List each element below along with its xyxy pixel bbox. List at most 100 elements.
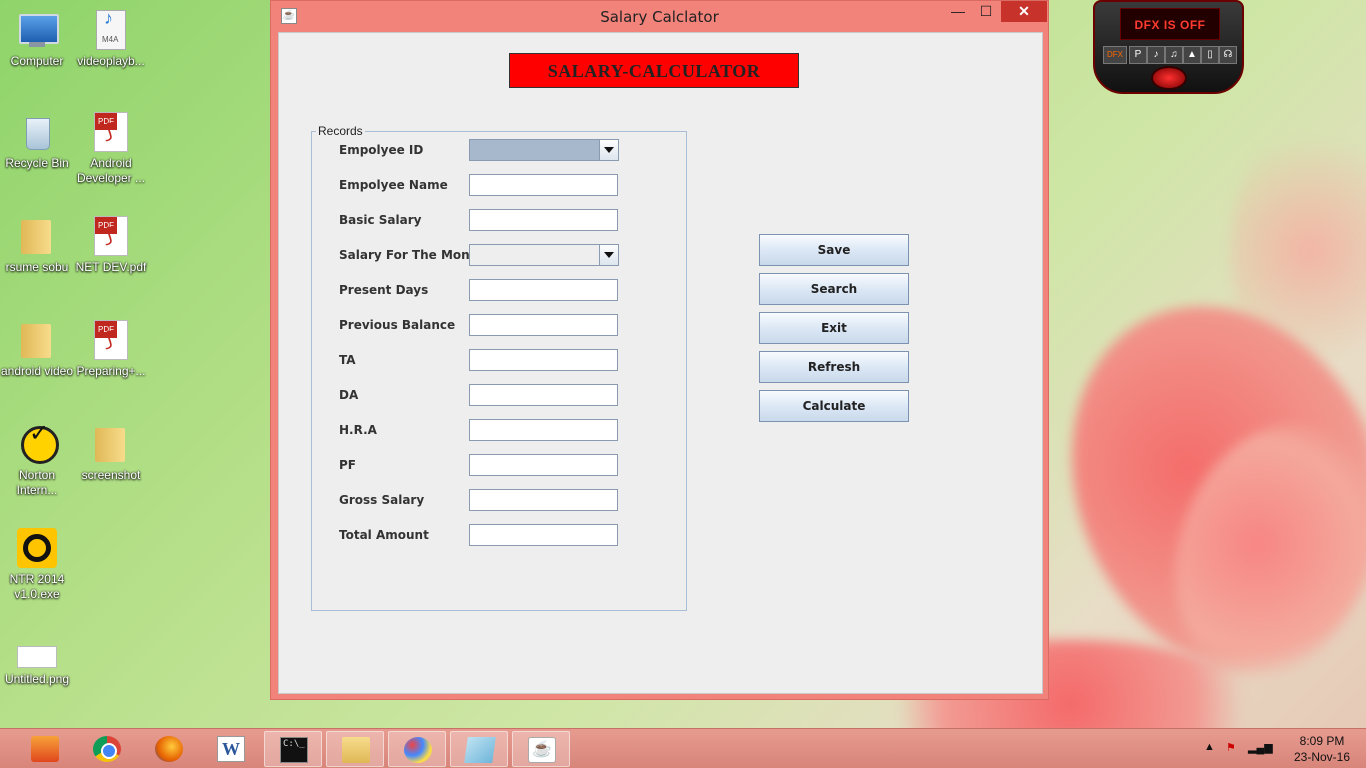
ntr-icon [17, 528, 57, 568]
taskbar-word[interactable]: W [202, 731, 260, 767]
chevron-down-icon[interactable] [599, 140, 618, 160]
dfx-speaker-button[interactable]: ▲ [1183, 46, 1201, 64]
form-row-salary-month: Salary For The Month [312, 244, 686, 266]
show-hidden-icons-arrow[interactable]: ▲ [1204, 741, 1215, 768]
desktop-icon-label: rsume sobu [5, 260, 69, 274]
save-button[interactable]: Save [759, 234, 909, 266]
form-row-ta: TA [312, 349, 686, 371]
total-amount-label: Total Amount [339, 528, 429, 542]
desktop-icon-untitled-png[interactable]: Untitled.png [0, 632, 74, 687]
desktop-icon-label: Norton Intern... [16, 468, 58, 497]
desktop-icon-label: Computer [10, 54, 64, 68]
salary-month-combo[interactable] [469, 244, 619, 266]
desktop-icon-label: Android Developer ... [76, 156, 146, 185]
paint-icon [404, 737, 432, 763]
taskbar-notes[interactable] [450, 731, 508, 767]
refresh-button[interactable]: Refresh [759, 351, 909, 383]
folder-icon [91, 424, 131, 464]
dfx-music-alt-button[interactable]: ♫ [1165, 46, 1183, 64]
maximize-button[interactable]: ☐ [971, 1, 1001, 22]
word-icon: W [217, 736, 245, 762]
minimize-button[interactable]: — [945, 1, 971, 22]
exit-button[interactable]: Exit [759, 312, 909, 344]
total-amount-field[interactable] [469, 524, 618, 546]
desktop-icon-label: NET DEV.pdf [75, 260, 147, 274]
form-row-da: DA [312, 384, 686, 406]
desktop-icon-norton[interactable]: Norton Intern... [0, 424, 74, 498]
chevron-down-icon[interactable] [599, 245, 618, 265]
employee-id-combo-value [470, 140, 599, 160]
hra-label: H.R.A [339, 423, 377, 437]
gross-salary-field[interactable] [469, 489, 618, 511]
records-group-label: Records [316, 124, 365, 138]
dfx-logo-button[interactable]: DFX [1103, 46, 1127, 64]
close-button[interactable]: ✕ [1001, 1, 1047, 22]
desktop-icon-computer[interactable]: Computer [0, 10, 74, 69]
taskbar-file-explorer[interactable] [326, 731, 384, 767]
chrome-icon [93, 736, 121, 762]
hra-field[interactable] [469, 419, 618, 441]
previous-balance-field[interactable] [469, 314, 618, 336]
form-row-pf: PF [312, 454, 686, 476]
form-row-present-days: Present Days [312, 279, 686, 301]
taskbar-cmd[interactable]: C:\_ [264, 731, 322, 767]
form-row-previous-balance: Previous Balance [312, 314, 686, 336]
network-signal-icon[interactable]: ▂▄▆ [1248, 741, 1273, 768]
ta-field[interactable] [469, 349, 618, 371]
taskbar-start[interactable] [16, 731, 74, 767]
system-clock[interactable]: 8:09 PM 23-Nov-16 [1284, 733, 1360, 768]
norton-icon [17, 424, 59, 464]
employee-name-field[interactable] [469, 174, 618, 196]
desktop-icon-android-video[interactable]: android video [0, 320, 74, 379]
notes-icon [464, 737, 496, 763]
desktop-icon-rsume-sobu[interactable]: rsume sobu [0, 216, 74, 275]
basic-salary-label: Basic Salary [339, 213, 422, 227]
search-button[interactable]: Search [759, 273, 909, 305]
da-label: DA [339, 388, 359, 402]
desktop-icon-screenshot[interactable]: screenshot [74, 424, 148, 483]
desktop-icon-android-developer[interactable]: Android Developer ... [74, 112, 148, 186]
gross-salary-label: Gross Salary [339, 493, 425, 507]
desktop-icon-label: NTR 2014 v1.0.exe [9, 572, 65, 601]
desktop-icon-label: android video [0, 364, 74, 378]
taskbar-chrome[interactable] [78, 731, 136, 767]
dfx-device-button[interactable]: ▯ [1201, 46, 1219, 64]
calculate-button[interactable]: Calculate [759, 390, 909, 422]
salary-calculator-window: ☕ Salary Calclator — ☐ ✕ SALARY-CALCULAT… [270, 0, 1049, 700]
recycle-bin-icon [17, 112, 57, 152]
taskbar-java[interactable]: ☕ [512, 731, 570, 767]
taskbar-firefox[interactable] [140, 731, 198, 767]
dfx-preset-button[interactable]: P [1129, 46, 1147, 64]
employee-id-combo[interactable] [469, 139, 619, 161]
dfx-power-button[interactable] [1151, 66, 1187, 90]
form-row-employee-id: Empolyee ID [312, 139, 686, 161]
pf-label: PF [339, 458, 356, 472]
dfx-headphones-button[interactable]: ☊ [1219, 46, 1237, 64]
present-days-field[interactable] [469, 279, 618, 301]
clock-time: 8:09 PM [1299, 734, 1345, 748]
java-icon: ☕ [528, 737, 556, 763]
start-icon [31, 736, 59, 762]
window-titlebar[interactable]: ☕ Salary Calclator — ☐ ✕ [271, 1, 1048, 31]
da-field[interactable] [469, 384, 618, 406]
pdf-file-icon [94, 320, 128, 360]
taskbar-paint[interactable] [388, 731, 446, 767]
cmd-icon: C:\_ [280, 737, 308, 763]
desktop-icon-videoplayback[interactable]: videoplayb... [74, 10, 148, 69]
employee-name-label: Empolyee Name [339, 178, 448, 192]
taskbar: W C:\_ ☕ ▲ ⚑ ▂▄▆ 8:09 PM 23-Nov-16 [0, 728, 1366, 768]
firefox-icon [155, 736, 183, 762]
ta-label: TA [339, 353, 356, 367]
folder-icon [17, 216, 57, 256]
m4a-file-icon [96, 10, 126, 50]
app-banner: SALARY-CALCULATOR [509, 53, 799, 88]
desktop-icon-net-dev[interactable]: NET DEV.pdf [74, 216, 148, 275]
desktop-icon-preparing[interactable]: Preparing+... [74, 320, 148, 379]
basic-salary-field[interactable] [469, 209, 618, 231]
dfx-music-button[interactable]: ♪ [1147, 46, 1165, 64]
desktop-icon-recycle-bin[interactable]: Recycle Bin [0, 112, 74, 171]
dfx-status-display: DFX IS OFF [1120, 8, 1220, 40]
pf-field[interactable] [469, 454, 618, 476]
action-center-flag-icon[interactable]: ⚑ [1226, 741, 1236, 768]
desktop-icon-ntr[interactable]: NTR 2014 v1.0.exe [0, 528, 74, 602]
